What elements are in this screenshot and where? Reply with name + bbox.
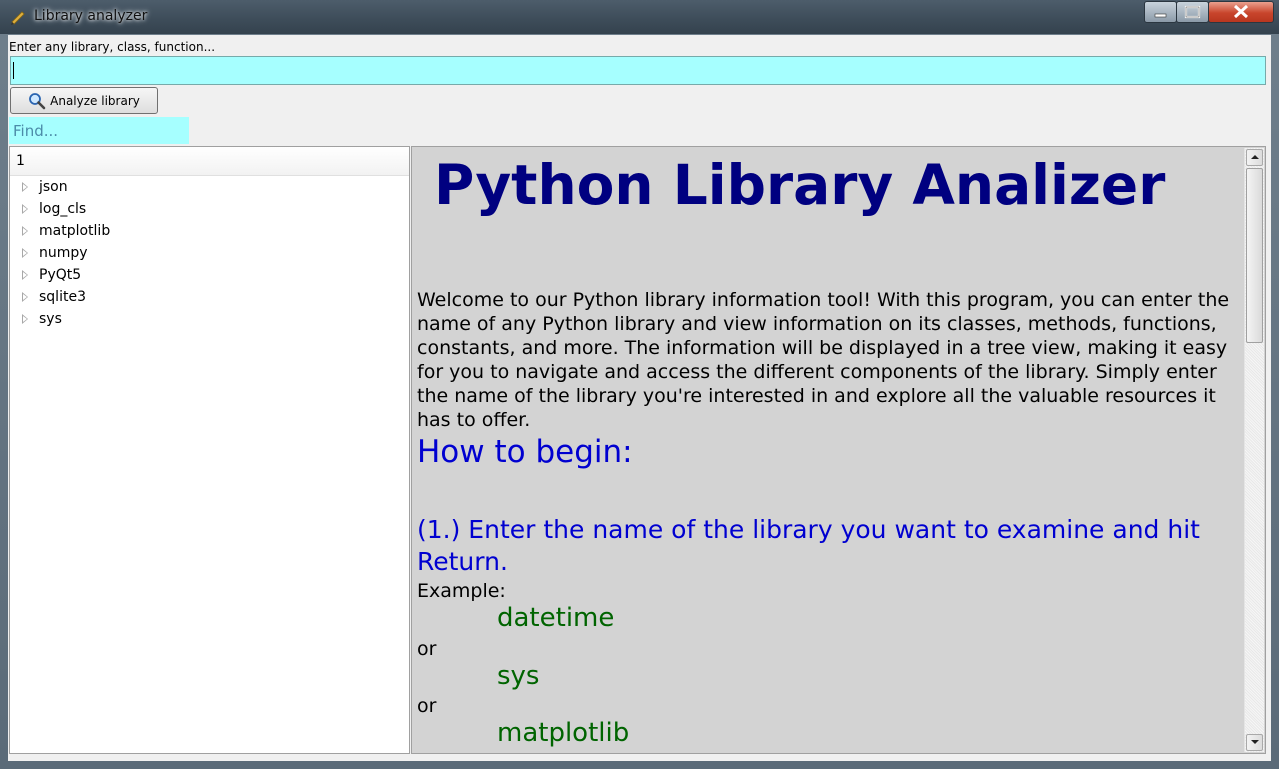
window-title: Library analyzer bbox=[34, 8, 148, 24]
expand-arrow-icon[interactable] bbox=[22, 226, 28, 236]
find-input[interactable] bbox=[9, 117, 189, 144]
app-window: Library analyzer Enter any library, clas… bbox=[0, 0, 1279, 769]
minimize-button[interactable] bbox=[1144, 1, 1177, 23]
close-button[interactable] bbox=[1208, 1, 1274, 23]
analyze-library-button[interactable]: Analyze library bbox=[10, 87, 158, 114]
expand-arrow-icon[interactable] bbox=[22, 182, 28, 192]
library-input-label: Enter any library, class, function... bbox=[9, 40, 216, 54]
documentation-view[interactable]: Python Library Analizer Welcome to our P… bbox=[411, 146, 1266, 754]
minimize-icon bbox=[1154, 13, 1167, 18]
doc-intro: Welcome to our Python library informatio… bbox=[417, 289, 1230, 431]
tree-item-matplotlib[interactable]: matplotlib bbox=[10, 220, 409, 242]
doc-how-to-heading: How to begin: bbox=[417, 434, 633, 470]
ruler-pencil-icon bbox=[11, 11, 25, 25]
expand-arrow-icon[interactable] bbox=[22, 204, 28, 214]
doc-example-code: datetime bbox=[497, 603, 615, 633]
maximize-button[interactable] bbox=[1176, 1, 1209, 23]
scroll-up-arrow-icon[interactable] bbox=[1246, 149, 1263, 166]
expand-arrow-icon[interactable] bbox=[22, 248, 28, 258]
tree-item-label: PyQt5 bbox=[39, 267, 82, 283]
magnifier-icon bbox=[29, 92, 46, 109]
main-panel: Enter any library, class, function... An… bbox=[8, 35, 1271, 761]
doc-example-code: sys bbox=[497, 661, 540, 691]
tree-item-sqlite3[interactable]: sqlite3 bbox=[10, 286, 409, 308]
expand-arrow-icon[interactable] bbox=[22, 314, 28, 324]
maximize-icon bbox=[1184, 5, 1201, 19]
doc-step-1: (1.) Enter the name of the library you w… bbox=[417, 515, 1200, 576]
analyze-library-label: Analyze library bbox=[50, 93, 140, 108]
vertical-scrollbar[interactable] bbox=[1244, 148, 1264, 752]
doc-example-code: matplotlib bbox=[497, 718, 630, 748]
tree-item-json[interactable]: json bbox=[10, 176, 409, 198]
title-bar[interactable]: Library analyzer bbox=[0, 0, 1279, 34]
library-input[interactable] bbox=[10, 56, 1266, 85]
tree-item-sys[interactable]: sys bbox=[10, 308, 409, 330]
text-cursor bbox=[13, 62, 14, 79]
tree-item-label: log_cls bbox=[39, 201, 87, 217]
tree-header[interactable]: 1 bbox=[10, 147, 409, 176]
scrollbar-thumb[interactable] bbox=[1246, 168, 1263, 343]
doc-or-text: or bbox=[417, 638, 437, 660]
library-tree[interactable]: 1 json log_cls matplotlib numpy PyQt5 sq… bbox=[9, 146, 410, 754]
tree-item-label: json bbox=[39, 179, 68, 195]
doc-or-text: or bbox=[417, 695, 437, 717]
doc-example-label: Example: bbox=[417, 580, 506, 602]
close-icon bbox=[1233, 4, 1249, 19]
tree-item-label: numpy bbox=[39, 245, 88, 261]
tree-item-label: sys bbox=[39, 311, 62, 327]
tree-item-pyqt5[interactable]: PyQt5 bbox=[10, 264, 409, 286]
expand-arrow-icon[interactable] bbox=[22, 292, 28, 302]
tree-item-label: sqlite3 bbox=[39, 289, 86, 305]
tree-item-numpy[interactable]: numpy bbox=[10, 242, 409, 264]
scroll-down-arrow-icon[interactable] bbox=[1246, 734, 1263, 751]
tree-item-log_cls[interactable]: log_cls bbox=[10, 198, 409, 220]
expand-arrow-icon[interactable] bbox=[22, 270, 28, 280]
tree-item-label: matplotlib bbox=[39, 223, 111, 239]
doc-title: Python Library Analizer bbox=[434, 153, 1166, 217]
